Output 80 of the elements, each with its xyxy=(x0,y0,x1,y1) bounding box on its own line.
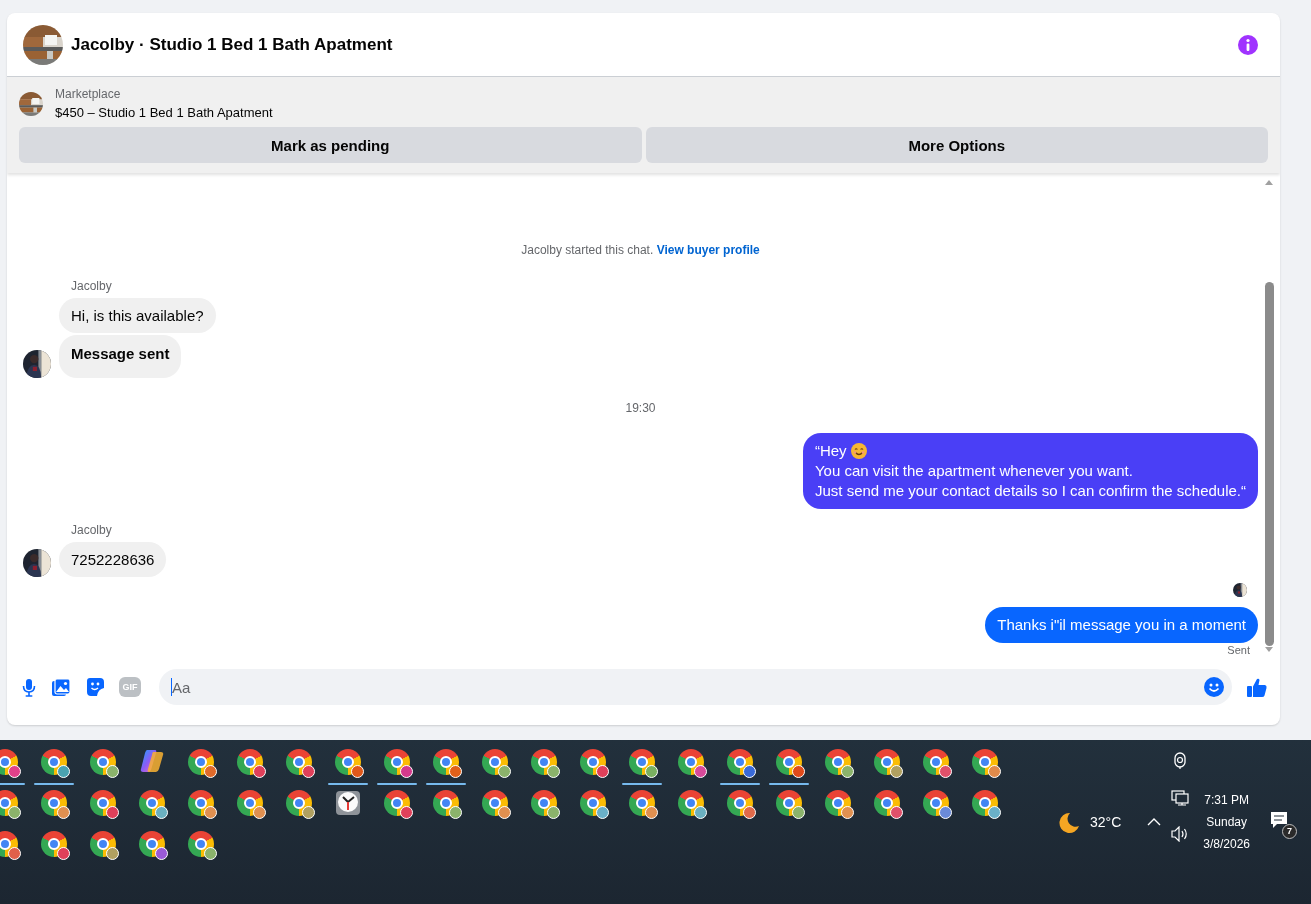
browser-icon[interactable] xyxy=(922,749,949,775)
smiling-face-icon xyxy=(850,443,867,459)
browser-icon[interactable] xyxy=(677,790,704,816)
message-bubble: “Hey You can visit the apartment whenever you want. Just send me your contact details so I can confirm the schedule.“ xyxy=(802,433,1258,509)
browser-icon[interactable] xyxy=(138,790,165,816)
browser-icon[interactable] xyxy=(873,749,900,775)
browser-icon[interactable] xyxy=(187,790,214,816)
network-icon[interactable] xyxy=(1171,790,1190,806)
browser-icon[interactable] xyxy=(726,749,753,775)
mark-pending-button[interactable]: Mark as pending xyxy=(19,127,642,163)
browser-icon[interactable] xyxy=(89,831,116,857)
message-bubble: Hi, is this available? xyxy=(59,298,216,333)
browser-icon[interactable] xyxy=(873,790,900,816)
browser-icon[interactable] xyxy=(138,831,165,857)
browser-icon[interactable] xyxy=(285,749,312,775)
message-bubble: 7252228636 xyxy=(59,542,167,577)
sender-name: Jacolby xyxy=(71,523,113,538)
scroll-down-arrow-icon[interactable] xyxy=(1264,646,1274,653)
browser-icon[interactable] xyxy=(383,749,410,775)
listing-source: Marketplace xyxy=(55,86,122,103)
browser-icon[interactable] xyxy=(530,749,557,775)
browser-icon[interactable] xyxy=(971,790,998,816)
browser-icon[interactable] xyxy=(40,831,67,857)
browser-icon[interactable] xyxy=(628,790,655,816)
browser-icon[interactable] xyxy=(481,790,508,816)
browser-icon[interactable] xyxy=(628,749,655,775)
like-icon[interactable] xyxy=(1246,676,1268,698)
chevron-up-icon[interactable] xyxy=(1147,818,1162,826)
timestamp: 19:30 xyxy=(625,401,656,415)
clock-icon[interactable] xyxy=(334,789,361,817)
listing-summary[interactable]: $450 – Studio 1 Bed 1 Bath Apatment xyxy=(55,103,273,122)
notification-icon[interactable] xyxy=(1270,811,1288,829)
more-options-button[interactable]: More Options xyxy=(645,127,1268,163)
moon-icon xyxy=(1056,810,1080,834)
volume-icon[interactable] xyxy=(1171,826,1190,842)
message-bubble: Thanks i"il message you in a moment xyxy=(985,607,1258,643)
chat-started-text: Jacolby started this chat. View buyer profile xyxy=(521,243,760,257)
browser-icon[interactable] xyxy=(432,749,459,775)
browser-icon[interactable] xyxy=(187,749,214,775)
browser-icon[interactable] xyxy=(481,749,508,775)
browser-icon[interactable] xyxy=(89,749,116,775)
scrollbar-thumb[interactable] xyxy=(1264,282,1274,646)
browser-icon[interactable] xyxy=(40,790,67,816)
browser-icon[interactable] xyxy=(971,749,998,775)
delivery-status: Sent xyxy=(1227,644,1250,656)
browser-icon[interactable] xyxy=(285,790,312,816)
scroll-up-arrow-icon[interactable] xyxy=(1264,179,1274,186)
browser-icon[interactable] xyxy=(89,790,116,816)
buyer-profile-link[interactable]: View buyer profile xyxy=(656,243,760,257)
browser-icon[interactable] xyxy=(579,749,606,775)
browser-icon[interactable] xyxy=(432,790,459,816)
info-icon[interactable] xyxy=(1238,34,1258,55)
photo-icon[interactable] xyxy=(51,677,71,697)
browser-icon[interactable] xyxy=(726,790,753,816)
message-input[interactable]: Aa xyxy=(159,669,1232,705)
browser-icon[interactable] xyxy=(579,790,606,816)
browser-icon[interactable] xyxy=(775,749,802,775)
browser-icon[interactable] xyxy=(187,831,214,857)
text-cursor xyxy=(171,678,172,696)
message-bubble: Message sent xyxy=(59,335,182,378)
sticker-icon[interactable] xyxy=(85,677,105,697)
browser-icon[interactable] xyxy=(824,790,851,816)
emoji-icon[interactable] xyxy=(1204,677,1224,697)
sender-name: Jacolby xyxy=(71,279,113,294)
browser-icon[interactable] xyxy=(40,749,67,775)
browser-icon[interactable] xyxy=(530,790,557,816)
microphone-icon[interactable] xyxy=(21,677,37,697)
notification-count: 7 xyxy=(1282,824,1297,839)
browser-icon[interactable] xyxy=(236,790,263,816)
chat-title: Jacolby · Studio 1 Bed 1 Bath Apatment xyxy=(71,34,394,55)
clock-date[interactable]: 7:31 PM Sunday 3/8/2026 xyxy=(1203,789,1250,855)
browser-icon[interactable] xyxy=(922,790,949,816)
browser-icon[interactable] xyxy=(334,749,361,775)
weather-temperature[interactable]: 32°C xyxy=(1090,814,1122,830)
camera-icon[interactable] xyxy=(1173,752,1188,770)
browser-icon[interactable] xyxy=(236,749,263,775)
browser-icon[interactable] xyxy=(677,749,704,775)
browser-icon[interactable] xyxy=(824,749,851,775)
browser-icon[interactable] xyxy=(383,790,410,816)
browser-icon[interactable] xyxy=(775,790,802,816)
